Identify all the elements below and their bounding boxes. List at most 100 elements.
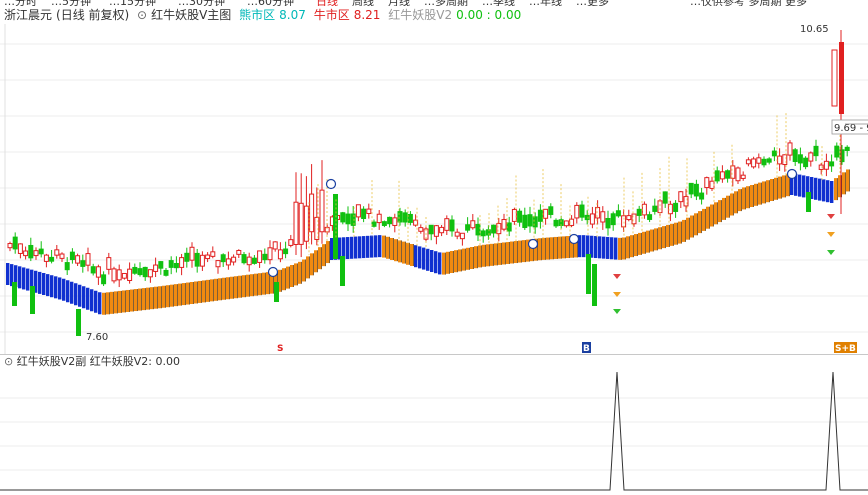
sub-indicator-icon[interactable]: ⊙ [4,355,13,368]
candlestick-chart[interactable]: 10.65 7.60 9.69 - 9 S B S+B [0,24,868,354]
band-separator [281,269,282,292]
band-segment [770,179,774,201]
candle-body [28,244,34,259]
candle-body [709,180,715,189]
candle-body [407,213,413,223]
band-segment [622,237,626,260]
band-separator [637,234,638,257]
band-separator [473,247,474,269]
band-segment [382,235,386,258]
candle-body [657,200,663,214]
band-separator [321,247,322,270]
band-separator [285,268,286,291]
candle-body [173,262,179,269]
band-segment [266,272,270,295]
band-segment [390,238,394,260]
warning-triangle [827,232,835,237]
band-segment [514,241,518,264]
candle-body [142,266,148,278]
candle-body [491,224,497,234]
candle-body [621,215,627,228]
candle-body [740,174,746,179]
candle-body [277,249,283,260]
candle-body [127,268,133,281]
main-indicator-name[interactable]: 红牛妖股V主图 [151,8,231,22]
candle-body [121,272,127,279]
sub-indicator-name[interactable]: 红牛妖股V2副 [17,355,87,368]
band-separator [157,286,158,309]
band-segment [126,289,130,312]
band-segment [598,236,602,259]
band-segment [150,287,154,310]
band-separator [185,283,186,306]
band-segment [358,236,362,259]
band-segment [182,283,186,306]
band-separator [565,236,566,259]
candle-body [274,282,279,302]
band-separator [237,276,238,299]
candle-body [699,192,705,200]
band-segment [18,266,22,289]
band-segment [258,273,262,296]
band-segment [742,187,746,210]
candle-body [517,210,523,223]
band-separator [701,211,702,234]
band-separator [649,230,650,253]
candle-body [496,223,502,235]
candle-body [818,164,824,170]
band-segment [46,274,50,297]
band-segment [730,193,734,216]
candle-body [600,211,606,223]
band-segment [322,244,326,267]
band-segment [290,265,294,287]
band-segment [726,195,730,218]
band-separator [557,236,558,259]
band-segment [326,241,330,264]
band-separator [309,256,310,279]
candle-body [751,158,757,168]
band-segment [422,247,426,270]
band-segment [706,206,710,229]
candle-body [241,254,247,264]
indicator-settings-icon[interactable]: ⊙ [137,8,147,22]
band-segment [494,243,498,266]
candle-body [563,220,569,227]
band-segment [414,245,418,268]
band-separator [513,241,514,264]
candle-body [480,230,486,237]
candle-body [475,223,481,236]
candle-body [80,260,86,267]
band-separator [657,228,658,251]
candle-body [319,189,325,233]
candle-body [340,212,346,223]
band-separator [753,185,754,207]
band-separator [633,235,634,258]
band-segment [410,244,414,266]
band-segment [518,240,522,263]
candle-body [589,213,595,225]
band-separator [217,278,218,301]
candle-body [158,261,164,269]
candle-body [586,254,591,294]
band-segment [130,289,134,312]
candle-body [777,155,783,165]
band-segment [462,248,466,271]
band-segment [610,237,614,260]
candle-body [251,257,257,264]
sub-indicator-chart[interactable] [0,370,868,495]
band-segment [818,178,822,201]
band-segment [82,286,86,309]
candle-body [345,213,351,225]
band-segment [682,219,686,242]
candle-body [153,264,159,272]
band-segment [662,226,666,249]
band-segment [678,221,682,244]
candle-body [641,203,647,216]
band-separator [241,275,242,298]
band-separator [549,237,550,260]
candle-body [69,251,75,261]
candle-body [662,191,668,204]
band-segment [346,237,350,260]
band-segment [674,222,678,245]
band-segment [582,235,586,258]
